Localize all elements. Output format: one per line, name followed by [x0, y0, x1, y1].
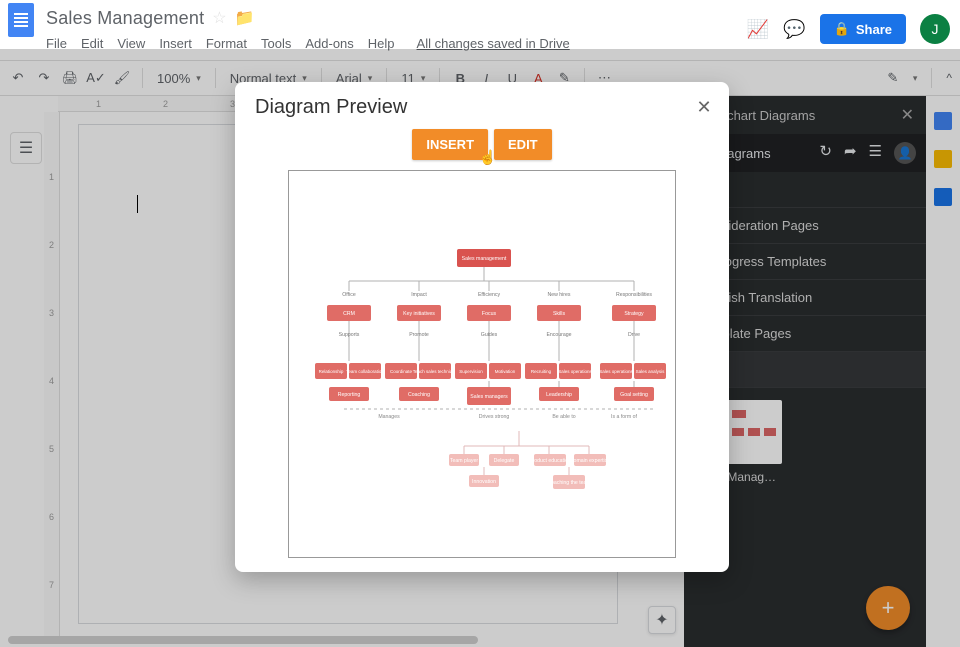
svg-text:Coordinate: Coordinate [390, 369, 413, 374]
svg-text:Encourage: Encourage [546, 332, 571, 338]
svg-text:Sales management: Sales management [462, 256, 507, 262]
svg-text:Reporting: Reporting [338, 392, 361, 398]
svg-text:New hires: New hires [547, 292, 570, 298]
svg-text:Promote: Promote [409, 332, 429, 338]
svg-text:Focus: Focus [482, 311, 497, 317]
insert-button[interactable]: INSERT [412, 129, 488, 160]
activity-icon[interactable]: 📈 [747, 19, 769, 40]
svg-text:Supervision: Supervision [459, 369, 483, 374]
svg-text:Manages: Manages [378, 414, 400, 420]
comments-icon[interactable]: 💬 [783, 19, 805, 40]
diagram-preview-dialog: Diagram Preview ✕ INSERT EDIT ☝ [235, 82, 729, 572]
lock-icon: 🔒 [834, 21, 850, 37]
svg-text:Sales managers: Sales managers [470, 394, 508, 400]
svg-text:Guides: Guides [481, 332, 498, 338]
edit-button[interactable]: EDIT [494, 129, 552, 160]
svg-text:Team collaboration: Team collaboration [346, 369, 384, 374]
svg-text:Team player: Team player [450, 458, 479, 464]
svg-text:Be able to: Be able to [552, 414, 575, 420]
dialog-close-icon[interactable]: ✕ [693, 96, 715, 118]
svg-text:Teach sales technique: Teach sales technique [413, 369, 458, 374]
diagram-preview-canvas: Sales management Office Impact Efficienc… [288, 170, 676, 558]
dialog-title: Diagram Preview [255, 96, 709, 119]
svg-text:Impact: Impact [411, 292, 427, 298]
diagram-svg: Sales management Office Impact Efficienc… [289, 171, 677, 559]
header-right: 📈 💬 🔒 Share J [747, 14, 950, 44]
svg-text:Relationship: Relationship [319, 369, 344, 374]
svg-text:Coaching the team: Coaching the team [547, 480, 591, 486]
svg-text:Motivation: Motivation [495, 369, 516, 374]
svg-text:Strategy: Strategy [624, 311, 644, 317]
star-icon[interactable]: ☆ [212, 8, 226, 28]
svg-text:Drive: Drive [628, 332, 640, 338]
docs-logo-icon[interactable] [8, 3, 34, 37]
svg-text:Skills: Skills [553, 311, 566, 317]
svg-text:Responsibilities: Responsibilities [616, 292, 652, 298]
svg-text:Domain expertise: Domain expertise [570, 458, 610, 464]
svg-text:CRM: CRM [343, 311, 355, 317]
svg-text:Coaching: Coaching [408, 392, 430, 398]
svg-text:Recruiting: Recruiting [531, 369, 552, 374]
svg-text:Drives strong: Drives strong [479, 414, 510, 420]
svg-text:Goal setting: Goal setting [620, 392, 648, 398]
svg-text:Sales operations: Sales operations [558, 369, 592, 374]
svg-text:Innovation: Innovation [472, 479, 496, 485]
svg-text:Efficiency: Efficiency [478, 292, 501, 298]
svg-text:Sales analysis: Sales analysis [636, 369, 666, 374]
share-button[interactable]: 🔒 Share [820, 14, 906, 44]
svg-text:Sales operations: Sales operations [599, 369, 633, 374]
svg-text:Supports: Supports [339, 332, 360, 338]
svg-text:Leadership: Leadership [546, 392, 572, 398]
svg-text:Delegate: Delegate [494, 458, 515, 464]
svg-text:Office: Office [342, 292, 356, 298]
share-label: Share [856, 22, 892, 37]
account-avatar[interactable]: J [920, 14, 950, 44]
svg-text:Key initiatives: Key initiatives [403, 311, 435, 317]
doc-title[interactable]: Sales Management [46, 8, 204, 29]
move-folder-icon[interactable]: 📁 [235, 8, 255, 28]
avatar-initial: J [932, 21, 939, 37]
svg-text:Product education: Product education [529, 458, 571, 464]
svg-text:Is a form of: Is a form of [611, 414, 638, 420]
